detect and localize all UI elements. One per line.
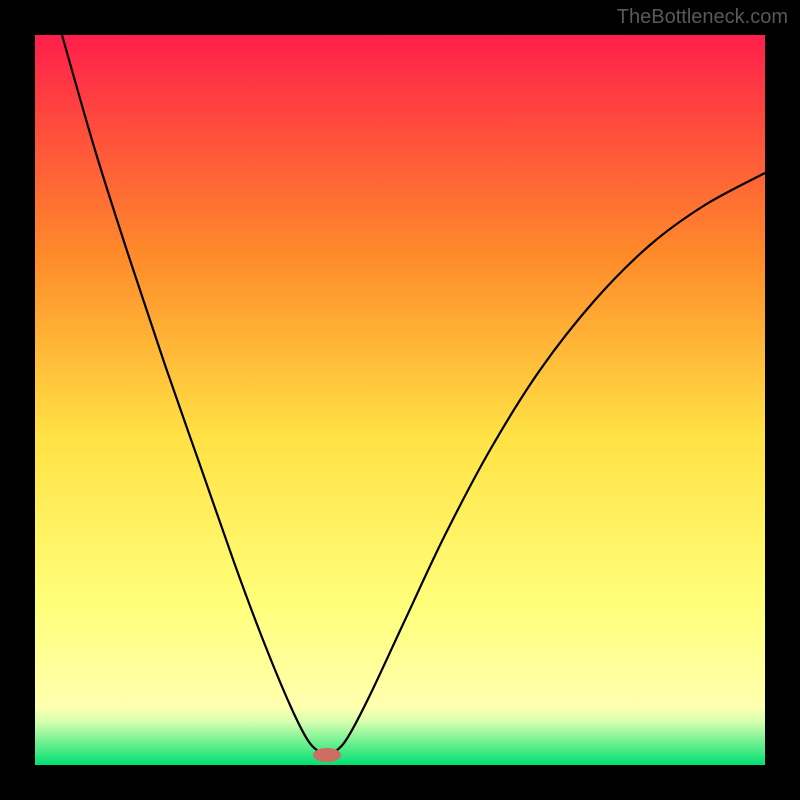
plot-area [35, 35, 765, 765]
min-marker [313, 748, 341, 762]
chart-container: TheBottleneck.com [0, 0, 800, 800]
watermark-text: TheBottleneck.com [617, 6, 788, 29]
gradient-background [35, 35, 765, 765]
chart-svg [35, 35, 765, 765]
